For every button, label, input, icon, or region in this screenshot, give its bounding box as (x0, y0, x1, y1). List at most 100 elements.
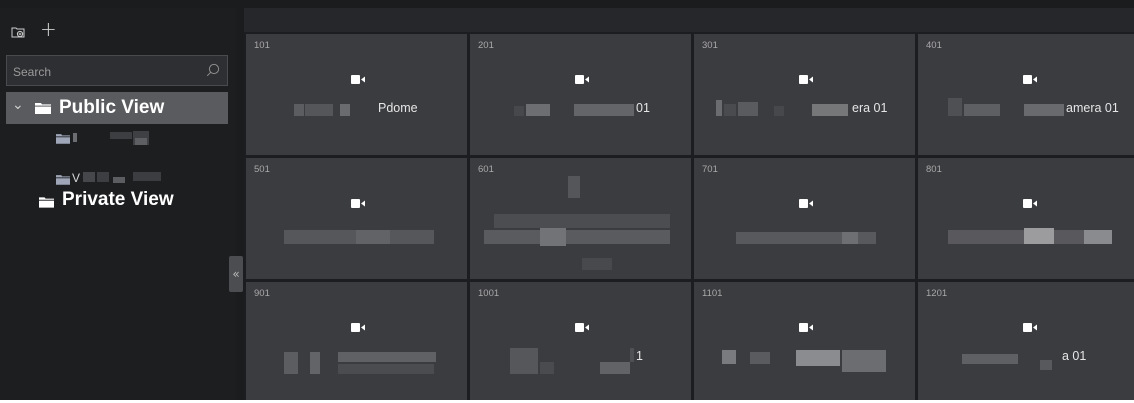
tree-item-private-view[interactable]: Private View (0, 186, 236, 216)
camera-view-app: + ⌄ Public View (0, 0, 1134, 400)
camera-tile[interactable]: 801 (918, 158, 1134, 279)
redacted-label (110, 132, 132, 139)
sidebar: + ⌄ Public View (0, 8, 243, 400)
tile-number: 801 (926, 164, 942, 175)
redacted-label (716, 100, 722, 116)
camera-icon (575, 323, 589, 332)
camera-icon (799, 323, 813, 332)
camera-tile[interactable]: 1201 a 01 (918, 282, 1134, 400)
redacted-label (113, 177, 125, 183)
tile-camera-label: 1 (636, 349, 643, 363)
redacted-label (574, 104, 634, 116)
redacted-label (133, 172, 161, 181)
tile-number: 701 (702, 164, 718, 175)
redacted-label (340, 104, 350, 116)
add-view-group-icon[interactable] (11, 26, 25, 38)
redacted-label (842, 350, 886, 372)
camera-tile[interactable]: 1101 (694, 282, 915, 400)
redacted-label (73, 133, 77, 142)
tile-number: 501 (254, 164, 270, 175)
camera-icon (799, 199, 813, 208)
folder-icon (56, 175, 70, 185)
tile-number: 101 (254, 40, 270, 51)
redacted-label (514, 106, 524, 116)
search-input[interactable] (7, 56, 205, 87)
redacted-label (484, 230, 670, 244)
redacted-label (600, 362, 630, 374)
camera-tile[interactable]: 201 01 (470, 34, 691, 155)
folder-icon (39, 197, 54, 208)
tile-number: 1101 (702, 288, 723, 299)
redacted-label (812, 104, 848, 116)
grid-toolbar (244, 8, 1134, 32)
expand-caret-icon[interactable]: ⌄ (12, 97, 24, 113)
camera-icon (1023, 75, 1037, 84)
tile-camera-label: a 01 (1062, 349, 1087, 363)
redacted-label (722, 350, 736, 364)
camera-tile[interactable]: 701 (694, 158, 915, 279)
redacted-label (796, 350, 840, 366)
redacted-label (842, 232, 858, 244)
camera-icon (351, 75, 365, 84)
redacted-label (294, 104, 304, 116)
redacted-label (568, 176, 580, 198)
redacted-label (964, 104, 1000, 116)
redacted-label (356, 230, 390, 244)
camera-tile[interactable]: 401 amera 01 (918, 34, 1134, 155)
search-box[interactable] (6, 55, 228, 87)
tile-number: 201 (478, 40, 494, 51)
folder-icon (56, 134, 70, 144)
redacted-label (750, 352, 770, 364)
tile-camera-label: 01 (636, 101, 650, 115)
redacted-label (540, 362, 554, 374)
camera-tile[interactable]: 901 (246, 282, 467, 400)
camera-icon (799, 75, 813, 84)
tree-item-child-1[interactable] (0, 128, 236, 150)
redacted-label (83, 172, 95, 182)
redacted-label (338, 352, 436, 362)
redacted-label (948, 98, 962, 116)
camera-grid-area: 101 Pdome 201 01 301 era 01 401 amera 01… (244, 8, 1134, 400)
tile-number: 901 (254, 288, 270, 299)
camera-tile[interactable]: 301 era 01 (694, 34, 915, 155)
redacted-label (510, 348, 538, 374)
redacted-label (1024, 104, 1064, 116)
tile-camera-label: Pdome (378, 101, 418, 115)
tree-item-label: Private View (62, 189, 174, 210)
redacted-label (526, 104, 550, 116)
redacted-label (582, 258, 612, 270)
search-icon[interactable] (206, 63, 220, 77)
redacted-label (135, 138, 147, 145)
redacted-label (774, 106, 784, 116)
camera-icon (1023, 323, 1037, 332)
folder-icon (35, 103, 51, 114)
camera-tile[interactable]: 101 Pdome (246, 34, 467, 155)
tile-number: 401 (926, 40, 942, 51)
camera-icon (351, 199, 365, 208)
redacted-label (630, 348, 634, 362)
redacted-label (284, 352, 298, 374)
redacted-label (1040, 360, 1052, 370)
camera-icon (1023, 199, 1037, 208)
tile-number: 1201 (926, 288, 948, 299)
redacted-label (310, 352, 320, 374)
redacted-label (1084, 230, 1112, 244)
tile-camera-label: amera 01 (1066, 101, 1119, 115)
collapse-sidebar-button[interactable]: « (229, 256, 243, 292)
redacted-label (540, 228, 566, 246)
redacted-label (1024, 228, 1054, 244)
add-icon[interactable]: + (40, 19, 57, 39)
redacted-label (962, 354, 1018, 364)
redacted-label (305, 104, 333, 116)
tree-item-public-view[interactable]: ⌄ Public View (6, 92, 228, 124)
tree-item-label: Public View (59, 97, 165, 118)
redacted-label (97, 172, 109, 182)
camera-tile[interactable]: 501 (246, 158, 467, 279)
camera-tile[interactable]: 1001 1 (470, 282, 691, 400)
redacted-label (338, 364, 434, 374)
camera-icon (575, 75, 589, 84)
tile-number: 301 (702, 40, 718, 51)
redacted-label (494, 214, 670, 228)
camera-tile[interactable]: 601 (470, 158, 691, 279)
tile-number: 1001 (478, 288, 500, 299)
